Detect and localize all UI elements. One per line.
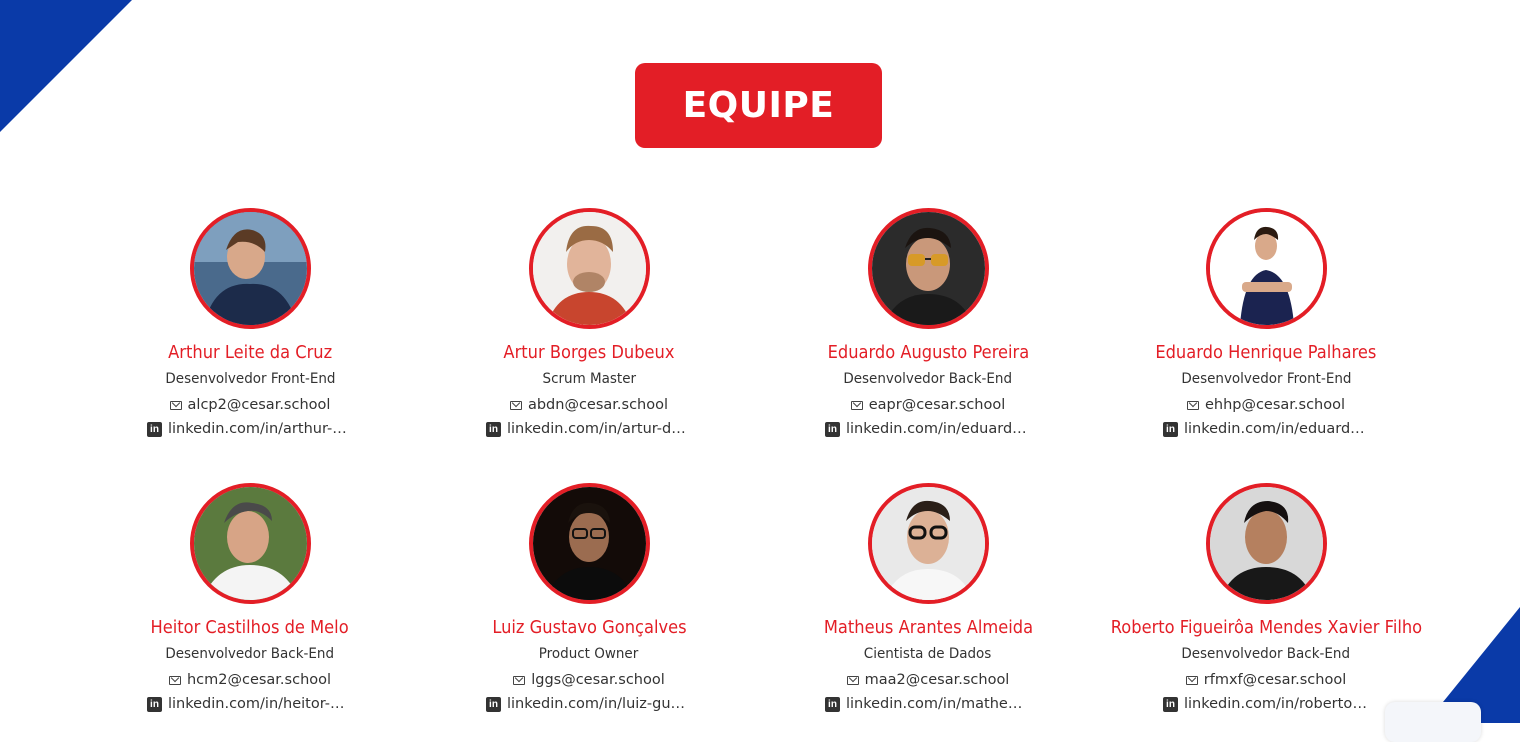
mail-icon [1186, 400, 1199, 410]
team-member-card: Heitor Castilhos de Melo Desenvolvedor B… [100, 483, 400, 712]
member-role: Desenvolvedor Back-End [165, 646, 335, 662]
linkedin-link[interactable]: in linkedin.com/in/roberto-x... [1163, 696, 1369, 712]
linkedin-icon: in [486, 696, 501, 712]
linkedin-icon: in [1163, 421, 1178, 437]
member-name: Matheus Arantes Almeida [823, 618, 1033, 638]
team-member-card: Luiz Gustavo Gonçalves Product Owner lgg… [439, 483, 739, 712]
team-member-card: Artur Borges Dubeux Scrum Master abdn@ce… [439, 208, 739, 437]
member-name: Roberto Figueirôa Mendes Xavier Filho [1110, 618, 1422, 638]
mail-icon [168, 675, 181, 685]
member-role: Desenvolvedor Front-End [1180, 371, 1352, 387]
linkedin-link[interactable]: in linkedin.com/in/artur-dub... [486, 421, 692, 437]
mail-icon [850, 400, 863, 410]
email-link[interactable]: rfmxf@cesar.school [1185, 672, 1347, 688]
member-role: Desenvolvedor Back-End [843, 371, 1013, 387]
mail-icon [513, 675, 526, 685]
team-member-card: Arthur Leite da Cruz Desenvolvedor Front… [100, 208, 400, 437]
email-link[interactable]: eapr@cesar.school [850, 397, 1006, 413]
linkedin-text: linkedin.com/in/luiz-gusta... [507, 696, 692, 712]
linkedin-icon: in [825, 696, 840, 712]
linkedin-icon: in [147, 696, 162, 712]
linkedin-icon: in [486, 421, 501, 437]
email-text: hcm2@cesar.school [186, 672, 332, 688]
linkedin-link[interactable]: in linkedin.com/in/heitor-melo [147, 696, 353, 712]
linkedin-icon: in [1163, 696, 1178, 712]
member-name: Artur Borges Dubeux [503, 343, 675, 363]
email-text: maa2@cesar.school [864, 672, 1010, 688]
email-text: abdn@cesar.school [527, 397, 669, 413]
linkedin-text: linkedin.com/in/matheus-... [846, 696, 1031, 712]
linkedin-text: linkedin.com/in/roberto-x... [1184, 696, 1369, 712]
mail-icon [509, 400, 522, 410]
linkedin-icon: in [147, 421, 162, 437]
linkedin-link[interactable]: in linkedin.com/in/eduardo-... [1163, 421, 1369, 437]
linkedin-text: linkedin.com/in/artur-dub... [507, 421, 692, 437]
member-name: Luiz Gustavo Gonçalves [491, 618, 687, 638]
section-title: EQUIPE [635, 63, 882, 148]
member-name: Eduardo Augusto Pereira [827, 343, 1029, 363]
email-text: eapr@cesar.school [868, 397, 1006, 413]
linkedin-text: linkedin.com/in/heitor-melo [168, 696, 353, 712]
email-text: lggs@cesar.school [531, 672, 665, 688]
avatar [528, 208, 650, 329]
email-text: rfmxf@cesar.school [1203, 672, 1347, 688]
email-text: alcp2@cesar.school [187, 397, 331, 413]
email-link[interactable]: hcm2@cesar.school [168, 672, 332, 688]
team-member-card: Matheus Arantes Almeida Cientista de Dad… [778, 483, 1078, 712]
member-role: Desenvolvedor Back-End [1181, 646, 1351, 662]
team-member-card: Eduardo Augusto Pereira Desenvolvedor Ba… [778, 208, 1078, 437]
member-name: Eduardo Henrique Palhares [1155, 343, 1377, 363]
member-role: Product Owner [539, 646, 639, 662]
mail-icon [1185, 675, 1198, 685]
corner-decoration-top-left [0, 0, 132, 132]
linkedin-text: linkedin.com/in/arthur-cruz [168, 421, 353, 437]
linkedin-text: linkedin.com/in/eduardo-... [1184, 421, 1369, 437]
avatar [528, 483, 650, 604]
member-name: Arthur Leite da Cruz [167, 343, 332, 363]
email-text: ehhp@cesar.school [1204, 397, 1346, 413]
linkedin-icon: in [825, 421, 840, 437]
avatar [189, 483, 311, 604]
linkedin-link[interactable]: in linkedin.com/in/eduardo-... [825, 421, 1031, 437]
email-link[interactable]: abdn@cesar.school [509, 397, 669, 413]
mail-icon [846, 675, 859, 685]
member-name: Heitor Castilhos de Melo [150, 618, 350, 638]
floating-widget[interactable] [1385, 702, 1481, 742]
email-link[interactable]: lggs@cesar.school [513, 672, 665, 688]
email-link[interactable]: alcp2@cesar.school [169, 397, 331, 413]
linkedin-text: linkedin.com/in/eduardo-... [846, 421, 1031, 437]
member-role: Cientista de Dados [864, 646, 992, 662]
avatar [1205, 208, 1327, 329]
team-member-card: Roberto Figueirôa Mendes Xavier Filho De… [1110, 483, 1422, 712]
member-role: Scrum Master [542, 371, 636, 387]
team-member-card: Eduardo Henrique Palhares Desenvolvedor … [1116, 208, 1416, 437]
member-role: Desenvolvedor Front-End [164, 371, 336, 387]
linkedin-link[interactable]: in linkedin.com/in/luiz-gusta... [486, 696, 692, 712]
linkedin-link[interactable]: in linkedin.com/in/arthur-cruz [147, 421, 353, 437]
avatar [189, 208, 311, 329]
avatar [867, 208, 989, 329]
email-link[interactable]: maa2@cesar.school [846, 672, 1010, 688]
linkedin-link[interactable]: in linkedin.com/in/matheus-... [825, 696, 1031, 712]
avatar [1205, 483, 1327, 604]
mail-icon [169, 400, 182, 410]
avatar [867, 483, 989, 604]
email-link[interactable]: ehhp@cesar.school [1186, 397, 1346, 413]
